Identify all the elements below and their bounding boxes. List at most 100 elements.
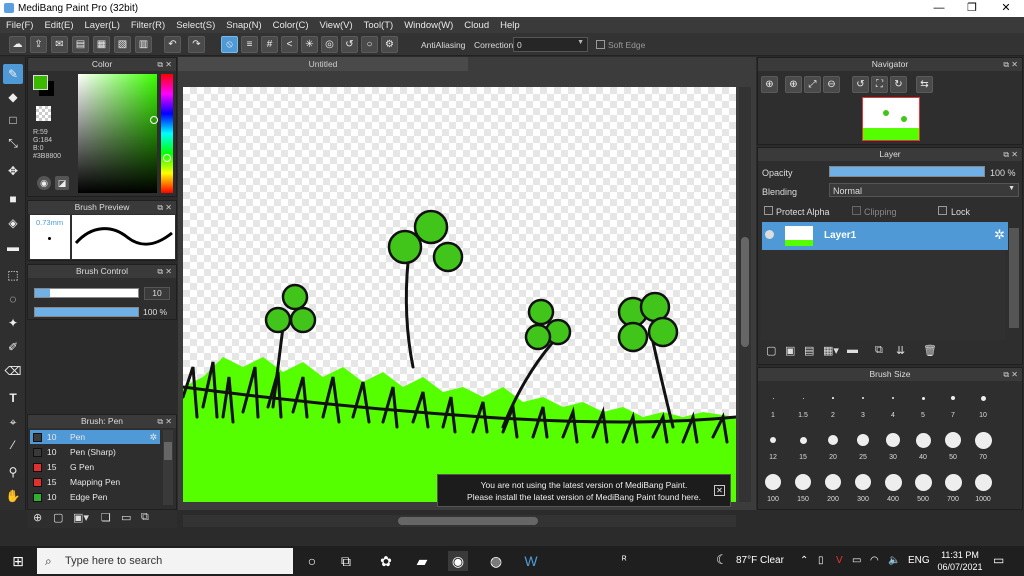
close-icon[interactable]: ✕: [714, 485, 725, 496]
menu-window[interactable]: Window(W): [404, 20, 453, 31]
eraser-tool-icon[interactable]: ◆: [3, 87, 23, 107]
parallel-snap-icon[interactable]: ≡: [241, 36, 258, 53]
people-icon[interactable]: ᴿ: [622, 555, 627, 566]
fit-icon[interactable]: ⤢: [804, 76, 821, 93]
hand-tool-icon[interactable]: ✋: [3, 486, 23, 506]
menu-view[interactable]: View(V): [320, 20, 353, 31]
select-pen-icon[interactable]: ✐: [3, 337, 23, 357]
move-tool-icon[interactable]: ✥: [3, 161, 23, 181]
panel-close-icon[interactable]: ⧉ ✕: [157, 415, 172, 428]
eye-icon[interactable]: [765, 230, 774, 239]
chevron-up-icon[interactable]: ⌃: [800, 555, 808, 566]
tiles-icon[interactable]: ▥: [135, 36, 152, 53]
maximize-icon[interactable]: ❐: [955, 0, 989, 17]
snap-settings-icon[interactable]: ⚙: [381, 36, 398, 53]
menu-select[interactable]: Select(S): [176, 20, 215, 31]
blending-select[interactable]: Normal ▼: [829, 183, 1019, 197]
brush-size-dot[interactable]: [944, 473, 962, 491]
cross-snap-icon[interactable]: #: [261, 36, 278, 53]
brush-opacity-slider[interactable]: [34, 307, 139, 317]
layer-list-scrollbar[interactable]: [1009, 228, 1019, 328]
share-icon[interactable]: ⇪: [30, 36, 47, 53]
circle-snap-icon[interactable]: ○: [361, 36, 378, 53]
brush-tool-icon[interactable]: ✎: [3, 64, 23, 84]
brush-item-edge-pen[interactable]: 10 Edge Pen: [30, 490, 160, 504]
brush-size-dot[interactable]: [770, 437, 776, 443]
hue-slider[interactable]: [161, 74, 173, 193]
panel-close-icon[interactable]: ⧉ ✕: [1003, 368, 1018, 381]
word-icon[interactable]: W: [521, 551, 541, 571]
new-layer-icon[interactable]: ▢: [766, 344, 776, 357]
file-explorer-icon[interactable]: ▰: [412, 551, 432, 571]
menu-color[interactable]: Color(C): [273, 20, 309, 31]
brush-size-slider[interactable]: [34, 288, 139, 298]
rotate-left-icon[interactable]: ↺: [852, 76, 869, 93]
new-page-icon[interactable]: ▤: [72, 36, 89, 53]
brush-size-dot[interactable]: [914, 473, 932, 491]
eyedropper-icon[interactable]: ⚲: [3, 462, 23, 482]
duplicate-icon[interactable]: ⧉: [141, 511, 149, 524]
zoom-in-icon[interactable]: ⊕: [761, 76, 778, 93]
panel-close-icon[interactable]: ⧉ ✕: [157, 58, 172, 71]
brush-item-mapping-pen[interactable]: 15 Mapping Pen: [30, 475, 160, 489]
color-picker-icon[interactable]: ◪: [55, 176, 69, 190]
shape-tool-icon[interactable]: ■: [3, 189, 23, 209]
new-brush-icon[interactable]: ▢: [53, 511, 63, 524]
gear-icon[interactable]: ✲: [994, 227, 1005, 243]
add-brush-icon[interactable]: ⊕: [33, 511, 42, 524]
brush-size-value[interactable]: 10: [144, 287, 170, 300]
weather-text[interactable]: 87°F Clear: [736, 555, 784, 566]
redo-icon[interactable]: ↷: [188, 36, 205, 53]
new-halftone-layer-icon[interactable]: ▣: [785, 344, 795, 357]
brush-size-dot[interactable]: [795, 474, 811, 490]
brush-item-g-pen[interactable]: 15 G Pen: [30, 460, 160, 474]
panel-close-icon[interactable]: ⧉ ✕: [1003, 58, 1018, 71]
panel-close-icon[interactable]: ⧉ ✕: [157, 201, 172, 214]
menu-tool[interactable]: Tool(T): [364, 20, 394, 31]
brush-list-scrollbar[interactable]: [163, 430, 173, 505]
lasso-tool-icon[interactable]: ◌: [3, 289, 23, 309]
correction-select[interactable]: 0 ▼: [513, 37, 588, 52]
taskbar-search[interactable]: ⌕ Type here to search: [37, 548, 293, 574]
radial-snap-icon[interactable]: ✳: [301, 36, 318, 53]
foreground-color-swatch[interactable]: [33, 75, 48, 90]
lock-checkbox[interactable]: [938, 206, 947, 215]
duplicate-layer-icon[interactable]: ⧉: [875, 344, 883, 357]
magic-wand-icon[interactable]: ✦: [3, 313, 23, 333]
brush-size-dot[interactable]: [802, 397, 804, 399]
text-tool-icon[interactable]: T: [3, 388, 23, 408]
snap-off-icon[interactable]: ⦸: [221, 36, 238, 53]
add-layer-menu-icon[interactable]: ▦▾: [823, 344, 839, 357]
folder-icon[interactable]: ▭: [121, 511, 131, 524]
task-view-icon[interactable]: ⧉: [336, 551, 356, 571]
brush-size-dot[interactable]: [799, 436, 807, 444]
comment-icon[interactable]: ✉: [51, 36, 68, 53]
curve-snap-icon[interactable]: ↺: [341, 36, 358, 53]
menu-help[interactable]: Help: [500, 20, 520, 31]
frame-divide-icon[interactable]: ⁄: [3, 435, 23, 455]
layer-row-layer1[interactable]: Layer1 ✲: [762, 222, 1008, 250]
select-eraser-icon[interactable]: ⌫: [3, 361, 23, 381]
fullscreen-icon[interactable]: ⛶: [871, 76, 888, 93]
language-indicator[interactable]: ENG: [908, 555, 930, 566]
menu-layer[interactable]: Layer(L): [85, 20, 120, 31]
cloud-icon[interactable]: ☁: [9, 36, 26, 53]
drawing-canvas[interactable]: [183, 87, 736, 502]
zoom-in-icon[interactable]: ⊕: [785, 76, 802, 93]
folder-icon[interactable]: ▬: [847, 344, 858, 356]
medibang-icon[interactable]: ◍: [486, 551, 506, 571]
notification-icon[interactable]: ▭: [993, 553, 1004, 567]
cortana-icon[interactable]: ○: [302, 551, 322, 571]
brush-size-dot[interactable]: [921, 396, 925, 400]
merge-layer-icon[interactable]: ⇊: [896, 344, 905, 357]
brush-size-dot[interactable]: [857, 434, 869, 446]
page-list-icon[interactable]: ▦: [93, 36, 110, 53]
move-canvas-icon[interactable]: ⤡: [3, 133, 23, 153]
document-tab[interactable]: Untitled: [178, 57, 468, 71]
clock[interactable]: 11:31 PM 06/07/2021: [935, 549, 985, 573]
trash-icon[interactable]: 🗑: [923, 344, 937, 357]
gradient-tool-icon[interactable]: ▬: [3, 237, 23, 257]
rotate-right-icon[interactable]: ↻: [890, 76, 907, 93]
copy-brush-icon[interactable]: ❏: [101, 511, 111, 524]
dot-tool-icon[interactable]: □: [3, 110, 23, 130]
